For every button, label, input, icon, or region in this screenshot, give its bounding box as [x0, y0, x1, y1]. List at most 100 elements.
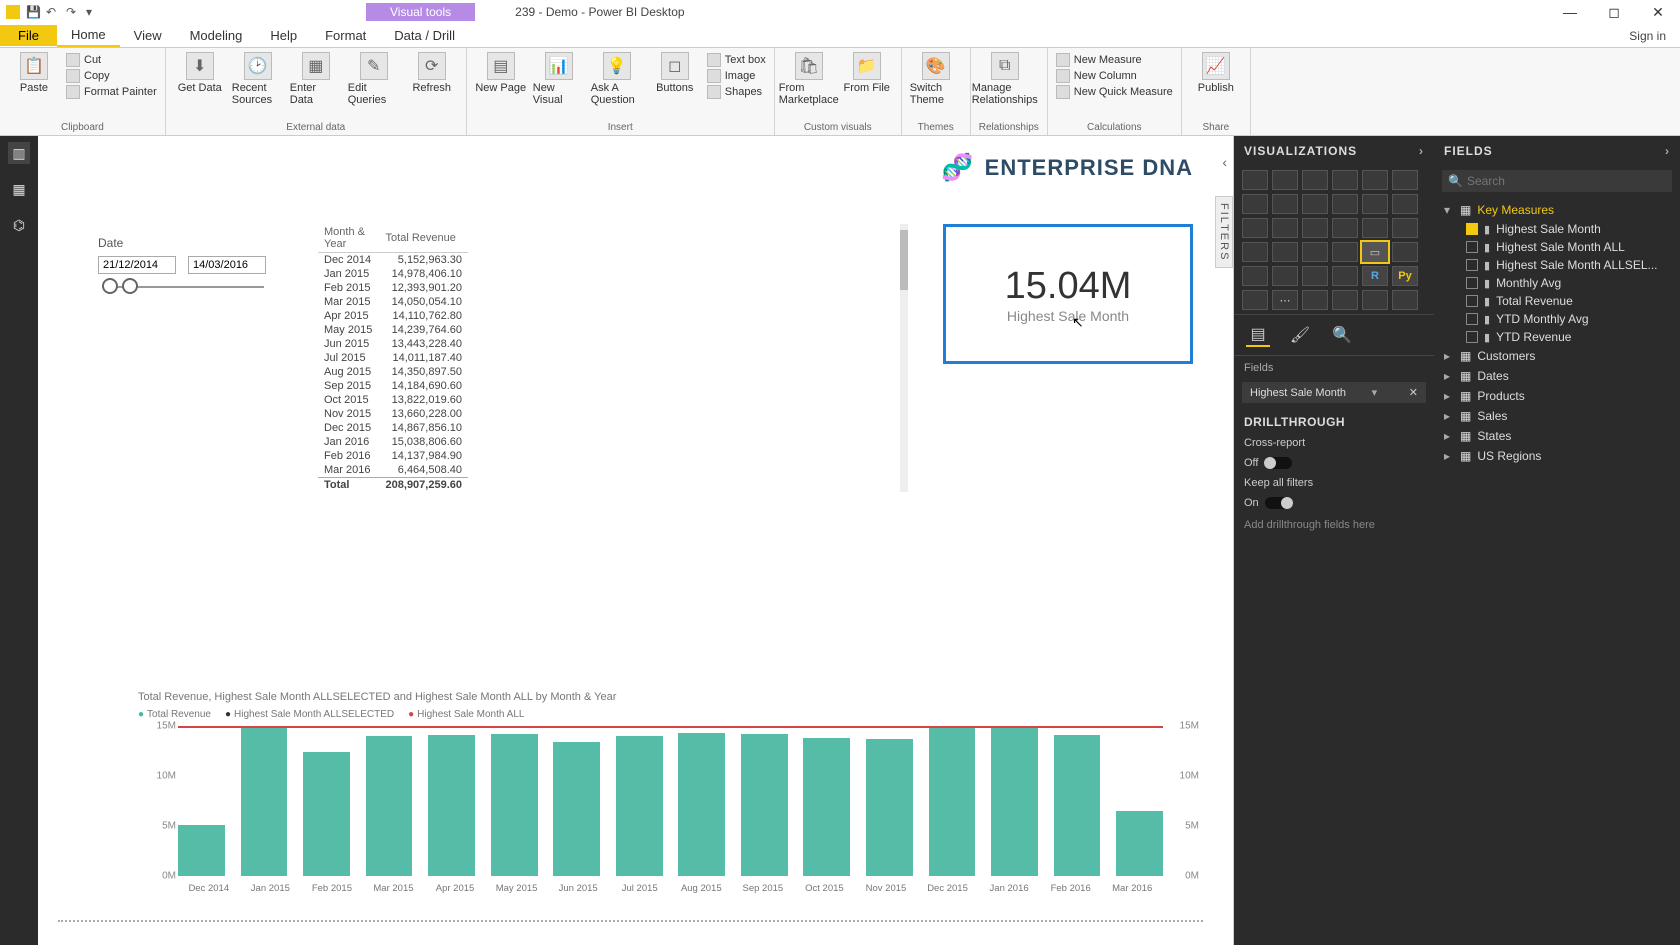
- slider-handle-from[interactable]: [102, 278, 118, 294]
- model-view-icon[interactable]: ⌬: [8, 214, 30, 236]
- copy-button[interactable]: Copy: [66, 68, 157, 84]
- field-node[interactable]: ▮Highest Sale Month ALL: [1438, 238, 1676, 256]
- maximize-button[interactable]: ◻: [1592, 0, 1636, 24]
- vis-type-icon[interactable]: [1302, 290, 1328, 310]
- col-revenue[interactable]: Total Revenue: [380, 224, 468, 253]
- table-node[interactable]: ▸▦States: [1438, 426, 1676, 446]
- bar[interactable]: [366, 736, 413, 877]
- bar[interactable]: [1116, 811, 1163, 876]
- vis-type-icon[interactable]: [1362, 170, 1388, 190]
- cross-report-toggle[interactable]: Off: [1234, 453, 1434, 473]
- collapse-pane-icon[interactable]: ‹: [1222, 154, 1227, 170]
- new-column-button[interactable]: New Column: [1056, 68, 1173, 84]
- table-node[interactable]: ▸▦Products: [1438, 386, 1676, 406]
- recent-sources-button[interactable]: 🕑Recent Sources: [232, 52, 284, 106]
- checkbox[interactable]: [1466, 313, 1478, 325]
- tab-view[interactable]: View: [120, 25, 176, 46]
- vis-type-icon[interactable]: [1302, 218, 1328, 238]
- table-row[interactable]: Jan 201615,038,806.60: [318, 435, 468, 449]
- revenue-table[interactable]: Month & Year Total Revenue Dec 20145,152…: [318, 224, 898, 492]
- vis-type-icon[interactable]: [1302, 170, 1328, 190]
- table-node[interactable]: ▸▦Dates: [1438, 366, 1676, 386]
- from-marketplace-button[interactable]: 🛍From Marketplace: [783, 52, 835, 106]
- vis-type-icon[interactable]: [1392, 218, 1418, 238]
- checkbox[interactable]: [1466, 277, 1478, 289]
- field-node[interactable]: ▮Total Revenue: [1438, 292, 1676, 310]
- table-node[interactable]: ▾▦Key Measures: [1438, 200, 1676, 220]
- search-input[interactable]: [1467, 174, 1666, 188]
- vis-type-icon[interactable]: [1272, 266, 1298, 286]
- vis-type-icon[interactable]: [1332, 242, 1358, 262]
- table-row[interactable]: Oct 201513,822,019.60: [318, 393, 468, 407]
- analytics-icon[interactable]: 🔍: [1330, 323, 1354, 347]
- image-button[interactable]: Image: [707, 68, 766, 84]
- data-view-icon[interactable]: ▦: [8, 178, 30, 200]
- chevron-down-icon[interactable]: ▾: [1372, 386, 1378, 399]
- format-icon[interactable]: 🖌: [1288, 323, 1312, 347]
- checkbox[interactable]: [1466, 223, 1478, 235]
- table-row[interactable]: Dec 201514,867,856.10: [318, 421, 468, 435]
- field-node[interactable]: ▮Monthly Avg: [1438, 274, 1676, 292]
- chevron-right-icon[interactable]: ›: [1665, 144, 1670, 158]
- buttons-button[interactable]: ◻Buttons: [649, 52, 701, 94]
- report-view-icon[interactable]: ▥: [8, 142, 30, 164]
- vis-type-icon[interactable]: [1302, 266, 1328, 286]
- new-measure-button[interactable]: New Measure: [1056, 52, 1173, 68]
- bar[interactable]: [991, 726, 1038, 876]
- vis-type-icon[interactable]: [1242, 290, 1268, 310]
- vis-type-icon[interactable]: [1242, 170, 1268, 190]
- table-node[interactable]: ▸▦Sales: [1438, 406, 1676, 426]
- checkbox[interactable]: [1466, 295, 1478, 307]
- edit-queries-button[interactable]: ✎Edit Queries: [348, 52, 400, 106]
- save-icon[interactable]: 💾: [26, 5, 40, 19]
- remove-field-icon[interactable]: ✕: [1409, 386, 1418, 399]
- bar[interactable]: [553, 742, 600, 876]
- new-quick-measure-button[interactable]: New Quick Measure: [1056, 84, 1173, 100]
- publish-button[interactable]: 📈Publish: [1190, 52, 1242, 94]
- table-row[interactable]: Mar 201514,050,054.10: [318, 295, 468, 309]
- table-scrollbar[interactable]: [900, 224, 908, 492]
- scroll-thumb[interactable]: [900, 230, 908, 290]
- vis-type-icon[interactable]: [1362, 194, 1388, 214]
- shapes-button[interactable]: Shapes: [707, 84, 766, 100]
- minimize-button[interactable]: —: [1548, 0, 1592, 24]
- contextual-tab[interactable]: Visual tools: [366, 3, 475, 21]
- tab-format[interactable]: Format: [311, 25, 380, 46]
- table-row[interactable]: Jul 201514,011,187.40: [318, 351, 468, 365]
- date-from-input[interactable]: [98, 256, 176, 274]
- bar[interactable]: [178, 825, 225, 877]
- new-visual-button[interactable]: 📊New Visual: [533, 52, 585, 106]
- drillthrough-dropzone[interactable]: Add drillthrough fields here: [1244, 519, 1424, 531]
- vis-type-icon[interactable]: [1332, 170, 1358, 190]
- table-row[interactable]: May 201514,239,764.60: [318, 323, 468, 337]
- card-visual[interactable]: 15.04M Highest Sale Month ↖: [943, 224, 1193, 364]
- vis-type-icon[interactable]: [1332, 218, 1358, 238]
- date-to-input[interactable]: [188, 256, 266, 274]
- vis-type-icon[interactable]: [1392, 290, 1418, 310]
- bar[interactable]: [428, 735, 475, 876]
- format-painter-button[interactable]: Format Painter: [66, 84, 157, 100]
- vis-type-icon[interactable]: [1302, 242, 1328, 262]
- slicer-track[interactable]: [102, 286, 264, 288]
- enter-data-button[interactable]: ▦Enter Data: [290, 52, 342, 106]
- manage-relationships-button[interactable]: ⧉Manage Relationships: [979, 52, 1031, 106]
- filters-pane-tab[interactable]: FILTERS: [1215, 196, 1233, 268]
- checkbox[interactable]: [1466, 331, 1478, 343]
- vis-type-icon[interactable]: [1392, 194, 1418, 214]
- file-tab[interactable]: File: [0, 25, 57, 46]
- table-row[interactable]: Aug 201514,350,897.50: [318, 365, 468, 379]
- vis-type-icon[interactable]: [1332, 194, 1358, 214]
- vis-type-icon[interactable]: [1392, 170, 1418, 190]
- vis-type-icon[interactable]: R: [1362, 266, 1388, 286]
- field-pill[interactable]: Highest Sale Month ▾ ✕: [1242, 382, 1426, 403]
- tab-help[interactable]: Help: [256, 25, 311, 46]
- redo-icon[interactable]: ↷: [66, 5, 80, 19]
- field-node[interactable]: ▮YTD Revenue: [1438, 328, 1676, 346]
- vis-type-icon[interactable]: [1242, 266, 1268, 286]
- fields-search[interactable]: 🔍: [1442, 170, 1672, 192]
- switch-theme-button[interactable]: 🎨Switch Theme: [910, 52, 962, 106]
- table-row[interactable]: Jun 201513,443,228.40: [318, 337, 468, 351]
- ask-question-button[interactable]: 💡Ask A Question: [591, 52, 643, 106]
- vis-type-icon[interactable]: [1272, 194, 1298, 214]
- bar[interactable]: [678, 733, 725, 877]
